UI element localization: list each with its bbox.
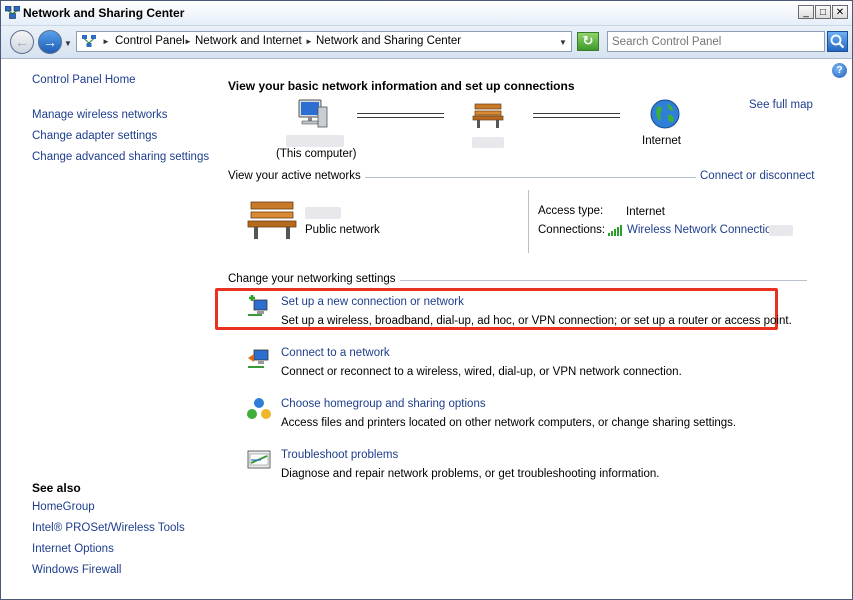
active-network-name-redacted bbox=[305, 207, 341, 219]
homegroup-icon bbox=[247, 398, 271, 419]
this-computer-label: (This computer) bbox=[276, 148, 357, 160]
wireless-connection-link[interactable]: Wireless Network Connection bbox=[627, 224, 778, 236]
search-box[interactable] bbox=[607, 31, 825, 52]
map-connector-line bbox=[533, 113, 620, 118]
internet-globe-icon bbox=[650, 99, 680, 129]
network-name-redacted bbox=[472, 137, 504, 148]
intel-proset-link[interactable]: Intel® PROSet/Wireless Tools bbox=[32, 522, 185, 534]
setup-connection-description: Set up a wireless, broadband, dial-up, a… bbox=[281, 315, 792, 327]
forward-button[interactable]: → bbox=[38, 30, 62, 54]
connect-to-network-description: Connect or reconnect to a wireless, wire… bbox=[281, 366, 682, 378]
network-sharing-center-window: Network and Sharing Center _ □ ✕ ← → ▼ ►… bbox=[0, 0, 853, 600]
page-title: View your basic network information and … bbox=[228, 79, 575, 93]
troubleshoot-link[interactable]: Troubleshoot problems bbox=[281, 449, 398, 461]
connections-label: Connections: bbox=[538, 224, 606, 236]
connect-or-disconnect-link[interactable]: Connect or disconnect bbox=[696, 170, 815, 182]
public-network-bench-icon bbox=[247, 201, 297, 239]
title-bar: Network and Sharing Center _ □ ✕ bbox=[1, 1, 852, 26]
connection-name-redacted bbox=[769, 225, 793, 236]
breadcrumb-separator-icon[interactable]: ► bbox=[184, 37, 192, 46]
connect-network-icon bbox=[248, 349, 269, 368]
search-icon bbox=[830, 34, 845, 49]
change-adapter-settings-link[interactable]: Change adapter settings bbox=[32, 130, 157, 142]
internet-options-link[interactable]: Internet Options bbox=[32, 543, 114, 555]
network-icon bbox=[82, 35, 96, 47]
close-button[interactable]: ✕ bbox=[832, 5, 848, 19]
address-box[interactable]: ► Control Panel ► Network and Internet ►… bbox=[76, 31, 572, 52]
windows-firewall-link[interactable]: Windows Firewall bbox=[32, 564, 121, 576]
public-network-bench-icon bbox=[472, 103, 504, 128]
setup-connection-link[interactable]: Set up a new connection or network bbox=[281, 296, 464, 308]
window-title: Network and Sharing Center bbox=[23, 6, 185, 20]
refresh-button[interactable]: ↻ bbox=[577, 32, 599, 51]
active-networks-divider bbox=[528, 190, 529, 253]
homegroup-sharing-description: Access files and printers located on oth… bbox=[281, 417, 737, 429]
new-connection-icon bbox=[248, 295, 268, 316]
back-button[interactable]: ← bbox=[10, 30, 34, 54]
manage-wireless-networks-link[interactable]: Manage wireless networks bbox=[32, 109, 168, 121]
internet-label: Internet bbox=[642, 135, 681, 147]
breadcrumb-separator-icon[interactable]: ► bbox=[102, 37, 110, 46]
breadcrumb-separator-icon[interactable]: ► bbox=[305, 37, 313, 46]
address-dropdown-icon[interactable]: ▼ bbox=[559, 38, 567, 47]
computer-name-redacted bbox=[286, 135, 344, 147]
public-network-link[interactable]: Public network bbox=[305, 224, 380, 236]
computer-icon bbox=[298, 99, 328, 128]
access-type-value: Internet bbox=[626, 206, 665, 218]
search-input[interactable] bbox=[612, 33, 822, 50]
maximize-button[interactable]: □ bbox=[815, 5, 831, 19]
see-also-heading: See also bbox=[32, 481, 81, 495]
homegroup-link[interactable]: HomeGroup bbox=[32, 501, 95, 513]
active-networks-heading: View your active networks bbox=[228, 170, 365, 182]
recent-pages-dropdown-icon[interactable]: ▼ bbox=[64, 39, 72, 48]
troubleshoot-icon bbox=[247, 450, 271, 469]
minimize-button[interactable]: _ bbox=[798, 5, 814, 19]
access-type-label: Access type: bbox=[538, 205, 604, 217]
breadcrumb-network-sharing-center[interactable]: Network and Sharing Center bbox=[316, 35, 461, 47]
troubleshoot-description: Diagnose and repair network problems, or… bbox=[281, 468, 660, 480]
breadcrumb-network-and-internet[interactable]: Network and Internet bbox=[195, 35, 302, 47]
connect-to-network-link[interactable]: Connect to a network bbox=[281, 347, 390, 359]
breadcrumb-control-panel[interactable]: Control Panel bbox=[115, 35, 185, 47]
search-button[interactable] bbox=[827, 31, 848, 52]
settings-heading: Change your networking settings bbox=[228, 273, 400, 285]
change-advanced-sharing-link[interactable]: Change advanced sharing settings bbox=[32, 151, 209, 163]
wireless-signal-icon bbox=[608, 225, 622, 236]
help-icon[interactable]: ? bbox=[832, 63, 847, 78]
see-full-map-link[interactable]: See full map bbox=[749, 99, 813, 111]
map-connector-line bbox=[357, 113, 444, 118]
network-center-icon bbox=[5, 6, 20, 19]
control-panel-home-link[interactable]: Control Panel Home bbox=[32, 74, 136, 86]
homegroup-sharing-link[interactable]: Choose homegroup and sharing options bbox=[281, 398, 486, 410]
address-bar: ← → ▼ ► Control Panel ► Network and Inte… bbox=[1, 26, 852, 59]
